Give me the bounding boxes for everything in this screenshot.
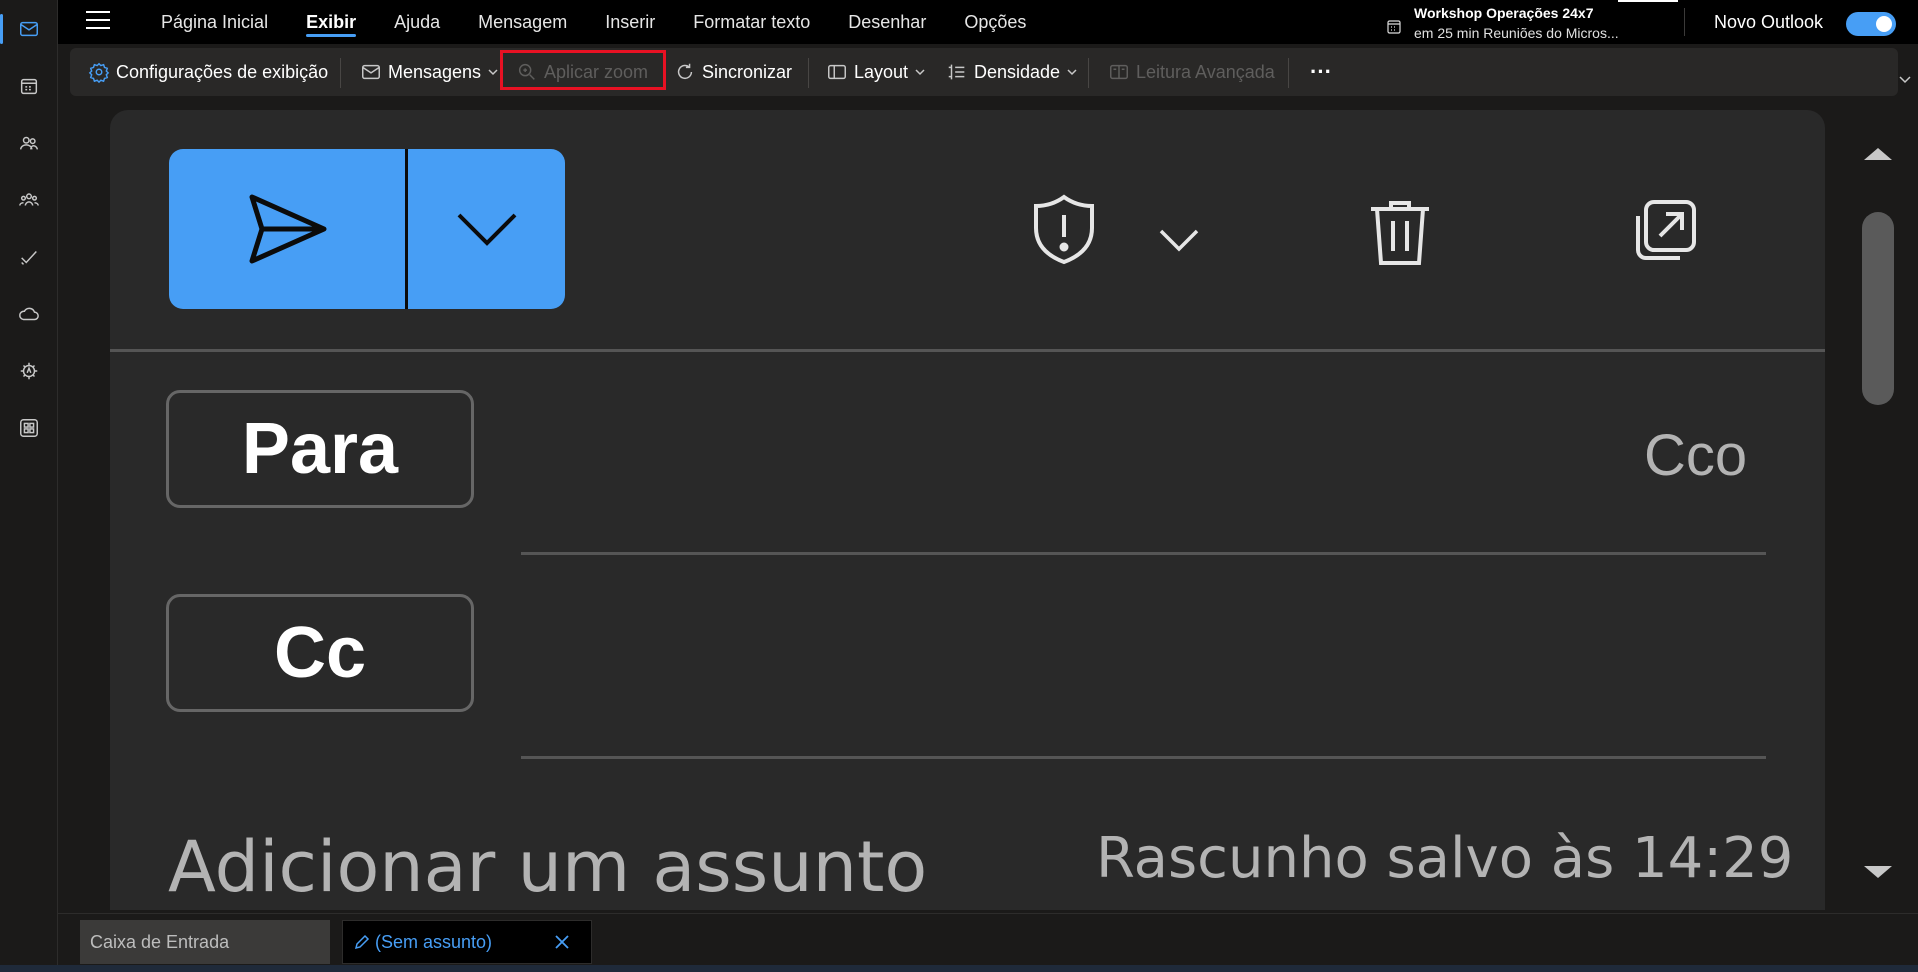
immersive-reader-label: Leitura Avançada — [1136, 61, 1275, 82]
ribbon-expand-chevron-icon[interactable] — [1898, 72, 1912, 86]
meeting-reminder[interactable]: Workshop Operações 24x7 em 25 min Reuniõ… — [1386, 3, 1676, 41]
divider — [1684, 8, 1685, 36]
divider — [808, 58, 809, 88]
os-taskbar-strip — [0, 965, 1918, 972]
people-icon[interactable] — [9, 123, 49, 163]
chevron-down-icon — [915, 69, 925, 76]
novo-outlook-toggle[interactable] — [1846, 12, 1896, 36]
messages-label: Mensagens — [388, 61, 482, 82]
bottom-tab-bar — [58, 913, 1918, 965]
tab-inbox[interactable]: Caixa de Entrada — [80, 920, 330, 964]
scrollbar-thumb[interactable] — [1862, 212, 1894, 405]
refresh-icon — [677, 63, 693, 80]
tab-pagina-inicial[interactable]: Página Inicial — [142, 0, 287, 44]
pop-out-icon[interactable] — [1634, 198, 1698, 262]
draft-saved-status: Rascunho salvo às 14:29 — [1096, 826, 1794, 891]
bcc-button[interactable]: Cco — [1644, 422, 1747, 489]
tab-mensagem[interactable]: Mensagem — [459, 0, 586, 44]
compose-panel: Para Cco Cc Adicionar um assunto Rascunh… — [110, 110, 1825, 910]
sensitivity-shield-icon[interactable] — [1031, 193, 1097, 265]
immersive-reader-icon — [1110, 64, 1128, 80]
close-icon[interactable] — [553, 933, 571, 951]
layout-label: Layout — [854, 61, 909, 82]
divider — [340, 58, 341, 88]
zoom-highlight-box — [500, 50, 666, 90]
cc-button[interactable]: Cc — [166, 594, 474, 712]
tab-formatar-texto[interactable]: Formatar texto — [674, 0, 829, 44]
sync-button[interactable]: Sincronizar — [674, 48, 792, 96]
view-settings-label: Configurações de exibição — [116, 61, 329, 82]
cc-field-underline — [521, 756, 1766, 759]
send-icon — [249, 194, 327, 264]
more-options-button[interactable]: ··· — [1310, 48, 1332, 96]
todo-icon[interactable] — [9, 237, 49, 277]
tab-draft-label: (Sem assunto) — [375, 931, 493, 952]
density-label: Densidade — [974, 61, 1061, 82]
onedrive-icon[interactable] — [9, 294, 49, 334]
reminder-subtitle: em 25 min Reuniões do Micros... — [1414, 25, 1619, 41]
pencil-icon — [354, 934, 370, 950]
send-button-group — [169, 149, 565, 309]
reminder-title: Workshop Operações 24x7 — [1414, 5, 1594, 21]
layout-dropdown[interactable]: Layout — [826, 48, 926, 96]
tab-ajuda[interactable]: Ajuda — [375, 0, 459, 44]
view-settings-button[interactable]: Configurações de exibição — [88, 48, 328, 96]
novo-outlook-label: Novo Outlook — [1714, 12, 1824, 32]
tab-inserir[interactable]: Inserir — [586, 0, 674, 44]
copilot-icon[interactable] — [9, 351, 49, 391]
send-button[interactable] — [169, 149, 405, 309]
groups-icon[interactable] — [9, 180, 49, 220]
immersive-reader-button[interactable]: Leitura Avançada — [1108, 48, 1275, 96]
mail-icon[interactable] — [9, 9, 49, 49]
tab-draft[interactable]: (Sem assunto) — [342, 920, 592, 964]
calendar-icon[interactable] — [9, 66, 49, 106]
scroll-up-arrow-icon[interactable] — [1862, 146, 1894, 162]
to-button[interactable]: Para — [166, 390, 474, 508]
messages-dropdown[interactable]: Mensagens — [360, 48, 499, 96]
hamburger-menu-icon[interactable] — [86, 11, 110, 31]
sensitivity-chevron-down-icon[interactable] — [1158, 228, 1200, 252]
tab-exibir[interactable]: Exibir — [287, 0, 375, 44]
toggle-knob — [1876, 16, 1892, 32]
apps-icon[interactable] — [9, 408, 49, 448]
divider — [1288, 58, 1289, 88]
scroll-down-arrow-icon[interactable] — [1862, 864, 1894, 880]
gear-icon — [88, 62, 110, 83]
to-field-underline — [521, 552, 1766, 555]
calendar-reminder-icon — [1387, 20, 1401, 34]
divider — [1088, 58, 1089, 88]
rail-active-indicator — [0, 14, 3, 44]
mail-icon — [362, 64, 380, 80]
chevron-down-icon — [457, 213, 516, 246]
app-rail — [0, 0, 58, 972]
trash-icon[interactable] — [1365, 195, 1435, 267]
reminder-indicator — [1618, 0, 1678, 2]
menu-tabs: Página Inicial Exibir Ajuda Mensagem Ins… — [142, 0, 1045, 44]
subject-input[interactable]: Adicionar um assunto — [168, 826, 927, 908]
tab-desenhar[interactable]: Desenhar — [829, 0, 945, 44]
send-options-dropdown[interactable] — [408, 149, 565, 309]
sync-label: Sincronizar — [702, 61, 793, 82]
ribbon-toolbar: Configurações de exibição Mensagens Apli… — [70, 48, 1898, 96]
layout-icon — [828, 64, 846, 80]
density-dropdown[interactable]: Densidade — [946, 48, 1078, 96]
header-divider — [110, 349, 1825, 352]
chevron-down-icon — [488, 69, 498, 76]
density-icon — [948, 64, 965, 80]
chevron-down-icon — [1067, 69, 1077, 76]
tab-opcoes[interactable]: Opções — [945, 0, 1045, 44]
